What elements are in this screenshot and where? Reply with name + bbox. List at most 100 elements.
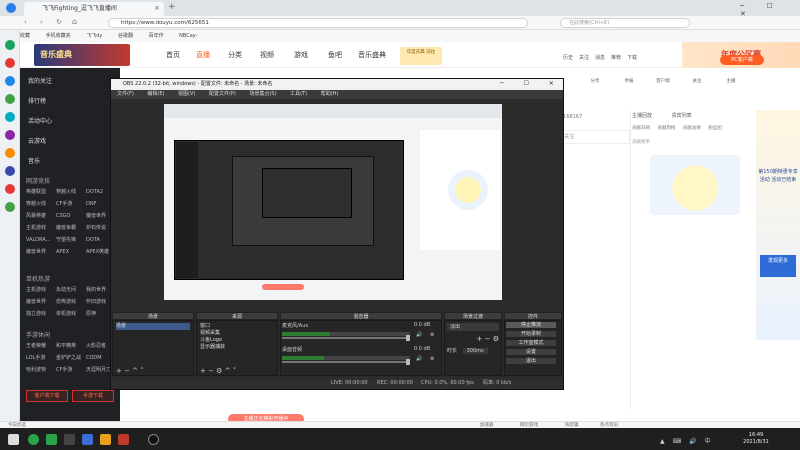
sidebar-game[interactable]: 风暴英雄	[26, 212, 56, 219]
sidebar-game[interactable]: 守望先锋	[56, 236, 86, 243]
sidebar-item-follow[interactable]: 我的关注	[28, 76, 52, 85]
sidebar-item-ranking[interactable]: 排行榜	[28, 96, 46, 105]
client-icon[interactable]: 客户端	[648, 78, 678, 84]
message-icon[interactable]: 消息	[592, 54, 608, 61]
back-icon[interactable]: ‹	[24, 18, 27, 26]
taskbar-app-icon[interactable]	[100, 434, 111, 445]
sidebar-game[interactable]: 主机游戏	[26, 224, 56, 231]
obs-menu-item[interactable]: 帮助(H)	[321, 91, 339, 97]
sidebar-game[interactable]: CF手游	[56, 200, 86, 207]
rail-app-icon[interactable]	[5, 76, 15, 86]
transition-add-remove[interactable]: + − ⚙	[447, 335, 499, 343]
volume-slider[interactable]	[282, 335, 410, 341]
rail-app-icon[interactable]	[5, 148, 15, 158]
promo-badge[interactable]: 年度庆典 前往	[400, 47, 442, 65]
obs-menu-item[interactable]: 工具(T)	[290, 91, 307, 97]
sidebar-game[interactable]: CF手游	[56, 366, 86, 373]
tab-close-icon[interactable]: ×	[154, 4, 160, 12]
taskbar-app-icon[interactable]	[46, 434, 57, 445]
side-ad[interactable]	[756, 110, 800, 340]
studio-mode-button[interactable]: 工作室模式	[505, 339, 557, 347]
sidebar-game[interactable]: 穿越火线	[56, 188, 86, 195]
sidebar-game[interactable]: 魔兽世界	[26, 248, 56, 255]
source-item[interactable]: 显示器捕获	[200, 344, 274, 351]
report-icon[interactable]: 举报	[614, 78, 644, 84]
taskbar-app-icon[interactable]	[64, 434, 75, 445]
taskbar-app-icon[interactable]	[28, 434, 39, 445]
sidebar-item-cloud-game[interactable]: 云游戏	[28, 136, 46, 145]
tray-icons[interactable]: ▲ ⌨ 🔊 中	[660, 436, 713, 445]
bookmark-item[interactable]: 谷歌翻	[118, 33, 133, 39]
rail-app-icon[interactable]	[5, 184, 15, 194]
taskbar-obs-icon[interactable]	[148, 434, 159, 445]
bookmark-item[interactable]: 飞飞dy	[86, 33, 102, 39]
speaker-icon[interactable]: 🔊	[416, 356, 422, 362]
client-download-button[interactable]: 客户端下载	[26, 390, 68, 402]
history-icon[interactable]: 历史	[560, 54, 576, 61]
slider-knob[interactable]	[406, 359, 410, 365]
sidebar-game[interactable]: 独立游戏	[26, 310, 56, 317]
nav-video[interactable]: 视频	[260, 50, 274, 60]
recommend-icon[interactable]: 推荐	[608, 54, 624, 61]
slider-knob[interactable]	[406, 335, 410, 341]
side-ad-button[interactable]: 发现更多	[760, 255, 796, 277]
source-item[interactable]: 视频采集	[200, 330, 274, 337]
nav-music[interactable]: 音乐盛典	[358, 50, 386, 60]
sidebar-game[interactable]: LOL手游	[26, 354, 56, 361]
sidebar-game[interactable]: 永劫无间	[56, 286, 86, 293]
tab-total[interactable]: 贡献总榜	[683, 126, 701, 131]
sidebar-game[interactable]: APEX	[56, 249, 86, 255]
browser-tab[interactable]: 飞飞Fighting_逗飞飞直播间	[24, 2, 164, 16]
sidebar-game[interactable]: 和平精英	[56, 342, 86, 349]
rail-app-icon[interactable]	[5, 202, 15, 212]
bookmark-item[interactable]: 百年作	[149, 33, 164, 39]
obs-menu-item[interactable]: 场景集合(S)	[249, 91, 276, 97]
obs-menu-item[interactable]: 配置文件(P)	[209, 91, 236, 97]
gear-icon[interactable]: ⚙	[430, 332, 434, 338]
sidebar-game[interactable]: 恐怖游戏	[56, 298, 86, 305]
new-tab-icon[interactable]: +	[168, 2, 176, 12]
download-icon[interactable]: 下载	[624, 54, 640, 61]
tab-weekly[interactable]: 贡献周榜	[657, 126, 675, 131]
start-icon[interactable]	[8, 434, 19, 445]
tab-daily[interactable]: 贡献日榜	[632, 126, 650, 131]
speaker-icon[interactable]: 🔊	[416, 332, 422, 338]
sidebar-game[interactable]: 穿越火线	[26, 200, 56, 207]
taskbar-clock[interactable]: 16:49 2021/8/31	[736, 432, 776, 446]
obs-menu-item[interactable]: 文件(F)	[117, 91, 134, 97]
obs-window-controls[interactable]: ─ ☐ ✕	[500, 80, 563, 87]
share-icon[interactable]: 分享	[580, 78, 610, 84]
rail-app-icon[interactable]	[5, 58, 15, 68]
tab-replay[interactable]: 主播回放	[632, 113, 652, 119]
taskbar-app-icon[interactable]	[82, 434, 93, 445]
sidebar-game[interactable]: 英雄联盟	[26, 188, 56, 195]
site-logo[interactable]: 音乐盛典	[34, 44, 130, 66]
duration-input[interactable]: 300ms	[462, 348, 488, 354]
obs-menu-item[interactable]: 编辑(E)	[147, 91, 164, 97]
sidebar-game[interactable]: VALORA...	[26, 237, 56, 243]
stream-button[interactable]: 停止推流	[505, 321, 557, 329]
bookmark-item[interactable]: 收藏	[20, 33, 30, 39]
bookmark-item[interactable]: NBCay-	[179, 33, 197, 39]
follow-box[interactable]: 关注	[560, 130, 630, 144]
anchor-icon[interactable]: 主播	[716, 78, 746, 84]
rail-app-icon[interactable]	[5, 130, 15, 140]
source-item[interactable]: 窗口	[200, 323, 274, 330]
follow-room-icon[interactable]: 关注	[682, 78, 712, 84]
sidebar-game[interactable]: 金铲铲之战	[56, 354, 86, 361]
volume-slider[interactable]	[282, 359, 410, 365]
nav-live[interactable]: 直播	[196, 50, 210, 60]
settings-button[interactable]: 设置	[505, 348, 557, 356]
source-item[interactable]: 斗鱼Logo	[200, 337, 274, 344]
taskbar-app-icon[interactable]	[118, 434, 129, 445]
nav-fishbar[interactable]: 鱼吧	[328, 50, 342, 60]
sidebar-game[interactable]: 魔兽争霸	[56, 224, 86, 231]
sidebar-game[interactable]: 主机游戏	[26, 286, 56, 293]
sidebar-item-music[interactable]: 音乐	[28, 156, 40, 165]
mobile-download-button[interactable]: 手游下载	[72, 390, 114, 402]
exit-button[interactable]: 退出	[505, 357, 557, 365]
home-icon[interactable]: ⌂	[72, 17, 77, 26]
rail-app-icon[interactable]	[5, 112, 15, 122]
sidebar-game[interactable]: 王者荣耀	[26, 342, 56, 349]
pc-client-button[interactable]: PC客户端	[720, 55, 764, 65]
